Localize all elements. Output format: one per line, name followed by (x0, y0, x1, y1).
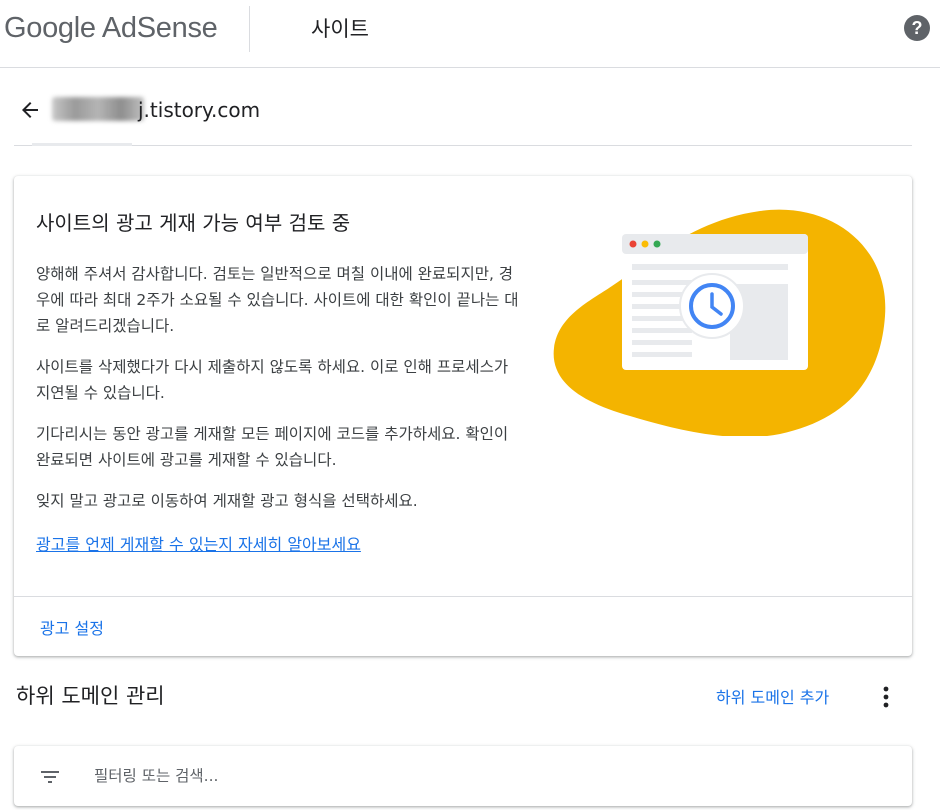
card-footer: 광고 설정 (14, 596, 912, 656)
learn-more-link[interactable]: 광고를 언제 게재할 수 있는지 자세히 알아보세요 (36, 531, 361, 555)
breadcrumb: j.tistory.com (14, 80, 912, 146)
window-dot-red (629, 240, 637, 248)
filter-bar (14, 746, 912, 806)
breadcrumb-underline (32, 143, 132, 146)
header-divider (249, 6, 250, 52)
more-vert-icon[interactable] (876, 684, 896, 710)
review-paragraph-4: 잊지 말고 광고로 이동하여 게재할 광고 형식을 선택하세요. (36, 492, 418, 510)
filter-search-input[interactable] (94, 762, 874, 790)
review-clock-illustration (553, 209, 886, 436)
page-title: 사이트 (311, 17, 369, 41)
help-icon[interactable]: ? (904, 15, 930, 41)
google-adsense-logo[interactable]: Google AdSense (4, 12, 218, 45)
add-subdomain-button[interactable]: 하위 도메인 추가 (716, 684, 829, 708)
review-status-card: 사이트의 광고 게재 가능 여부 검토 중 양해해 주셔서 감사합니다. 검토는… (14, 176, 912, 656)
arrow-back-icon[interactable] (18, 98, 42, 122)
review-paragraph-3: 기다리시는 동안 광고를 게재할 모든 페이지에 코드를 추가하세요. 확인이 … (36, 425, 509, 469)
logo-google-text: Google (4, 12, 96, 44)
redacted-site-prefix (52, 97, 144, 121)
review-paragraph-1: 양해해 주셔서 감사합니다. 검토는 일반적으로 며칠 이내에 완료되지만, 경… (36, 265, 519, 335)
window-dot-yellow (641, 240, 649, 248)
card-title: 사이트의 광고 게재 가능 여부 검토 중 (36, 211, 351, 235)
site-name: j.tistory.com (138, 98, 261, 122)
top-app-bar: Google AdSense 사이트 ? (0, 0, 940, 68)
review-paragraph-2: 사이트를 삭제했다가 다시 제출하지 않도록 하세요. 이로 인해 프로세스가 … (36, 358, 509, 402)
subdomain-section-title: 하위 도메인 관리 (16, 684, 165, 708)
logo-adsense-text: AdSense (95, 12, 218, 44)
browser-title-bar (622, 234, 808, 254)
ad-settings-button[interactable]: 광고 설정 (40, 615, 104, 639)
window-dot-green (653, 240, 661, 248)
filter-list-icon (41, 771, 59, 783)
